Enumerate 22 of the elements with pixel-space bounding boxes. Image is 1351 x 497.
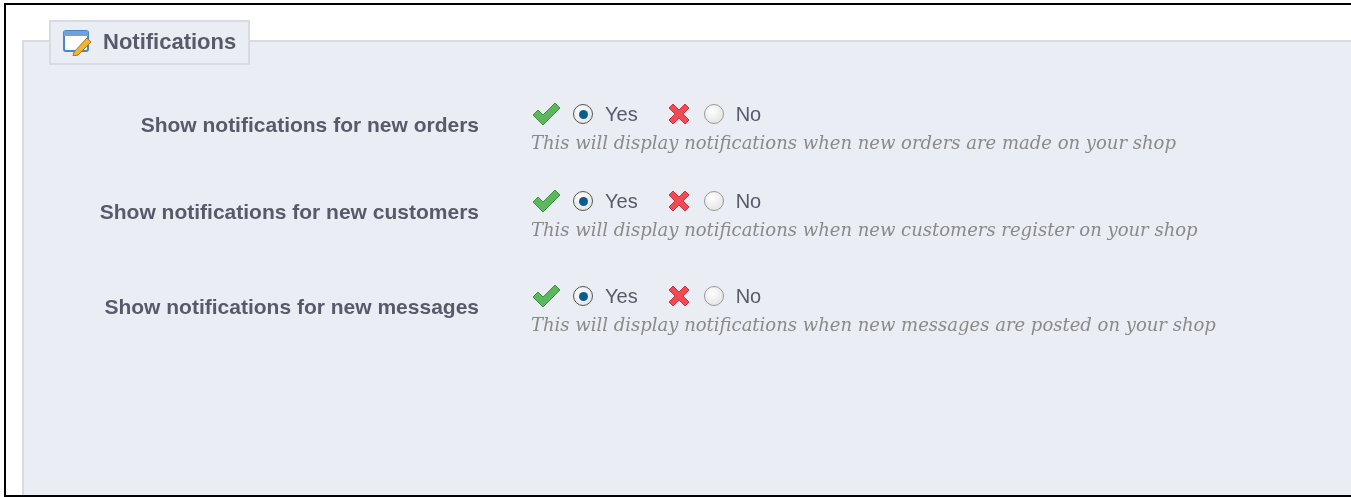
help-text: This will display notifications when new customers register on your shop bbox=[531, 219, 1198, 240]
radio-button[interactable] bbox=[703, 104, 724, 124]
check-icon bbox=[531, 284, 561, 308]
check-icon bbox=[531, 102, 561, 126]
setting-label: Show notifications for new messages bbox=[103, 294, 479, 320]
radio-button[interactable] bbox=[573, 286, 593, 306]
radio-button[interactable] bbox=[573, 191, 593, 211]
radio-button[interactable] bbox=[703, 286, 724, 306]
option-label: Yes bbox=[605, 284, 638, 308]
option-label: No bbox=[735, 284, 762, 308]
option-label: Yes bbox=[605, 189, 638, 213]
check-icon bbox=[531, 189, 561, 213]
help-text: This will display notifications when new messages are posted on your shop bbox=[531, 314, 1216, 335]
option-label: No bbox=[735, 102, 762, 126]
radio-button[interactable] bbox=[703, 191, 724, 211]
setting-label: Show notifications for new orders bbox=[139, 112, 479, 138]
help-text: This will display notifications when new orders are made on your shop bbox=[531, 132, 1176, 153]
option-label: Yes bbox=[605, 102, 638, 126]
setting-label: Show notifications for new customers bbox=[98, 199, 479, 225]
option-label: No bbox=[735, 189, 762, 213]
panel-title: Notifications bbox=[103, 29, 237, 55]
radio-button[interactable] bbox=[573, 104, 593, 124]
